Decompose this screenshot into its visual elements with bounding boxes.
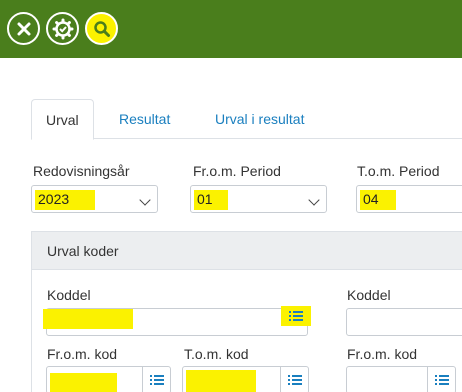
highlight-marker <box>186 370 256 392</box>
to-kod-label: T.o.m. kod <box>184 346 249 362</box>
from-period-label: Fr.o.m. Period <box>193 163 281 179</box>
chevron-down-icon <box>139 194 151 206</box>
list-icon <box>434 375 449 385</box>
search-icon <box>93 20 110 37</box>
list-icon <box>289 311 303 321</box>
from-period-select[interactable]: 01 <box>190 185 327 213</box>
close-button[interactable] <box>7 12 40 45</box>
from-period-value: 01 <box>197 191 213 207</box>
panel-title: Urval koder <box>47 243 119 259</box>
year-value: 2023 <box>38 191 70 207</box>
highlight-marker <box>43 309 133 329</box>
tab-bar: Urval Resultat Urval i resultat <box>31 99 462 140</box>
to-kod-input[interactable] <box>182 366 309 392</box>
koddel-input-2[interactable] <box>346 308 462 336</box>
from-kod-label-2: Fr.o.m. kod <box>347 346 418 362</box>
from-kod-input-2[interactable] <box>346 366 456 392</box>
koddel-input[interactable] <box>43 306 311 336</box>
koddel-lookup-button[interactable] <box>281 306 311 326</box>
tab-urval-i-resultat[interactable]: Urval i resultat <box>215 99 304 139</box>
to-period-select[interactable]: 04 <box>356 185 462 213</box>
from-kod-label: Fr.o.m. kod <box>47 346 118 362</box>
list-icon <box>149 375 164 385</box>
to-period-value: 04 <box>363 191 379 207</box>
settings-button[interactable] <box>46 12 79 45</box>
tab-resultat[interactable]: Resultat <box>119 99 170 139</box>
year-select[interactable]: 2023 <box>31 185 158 213</box>
gear-check-icon <box>52 18 73 39</box>
search-button[interactable] <box>85 12 118 45</box>
koddel-label: Koddel <box>47 287 91 303</box>
from-kod-lookup-button-2[interactable] <box>427 367 455 392</box>
to-period-label: T.o.m. Period <box>357 163 440 179</box>
koddel-label-2: Koddel <box>347 287 391 303</box>
panel-header: Urval koder <box>32 232 462 270</box>
from-kod-input[interactable] <box>46 366 171 392</box>
chevron-down-icon <box>308 194 320 206</box>
toolbar <box>0 0 462 58</box>
close-icon <box>17 22 30 35</box>
tab-urval[interactable]: Urval <box>31 99 94 140</box>
to-kod-lookup-button[interactable] <box>280 367 308 392</box>
from-kod-lookup-button[interactable] <box>142 367 170 392</box>
highlight-marker <box>50 373 117 392</box>
list-icon <box>287 375 302 385</box>
year-label: Redovisningsår <box>33 163 130 179</box>
